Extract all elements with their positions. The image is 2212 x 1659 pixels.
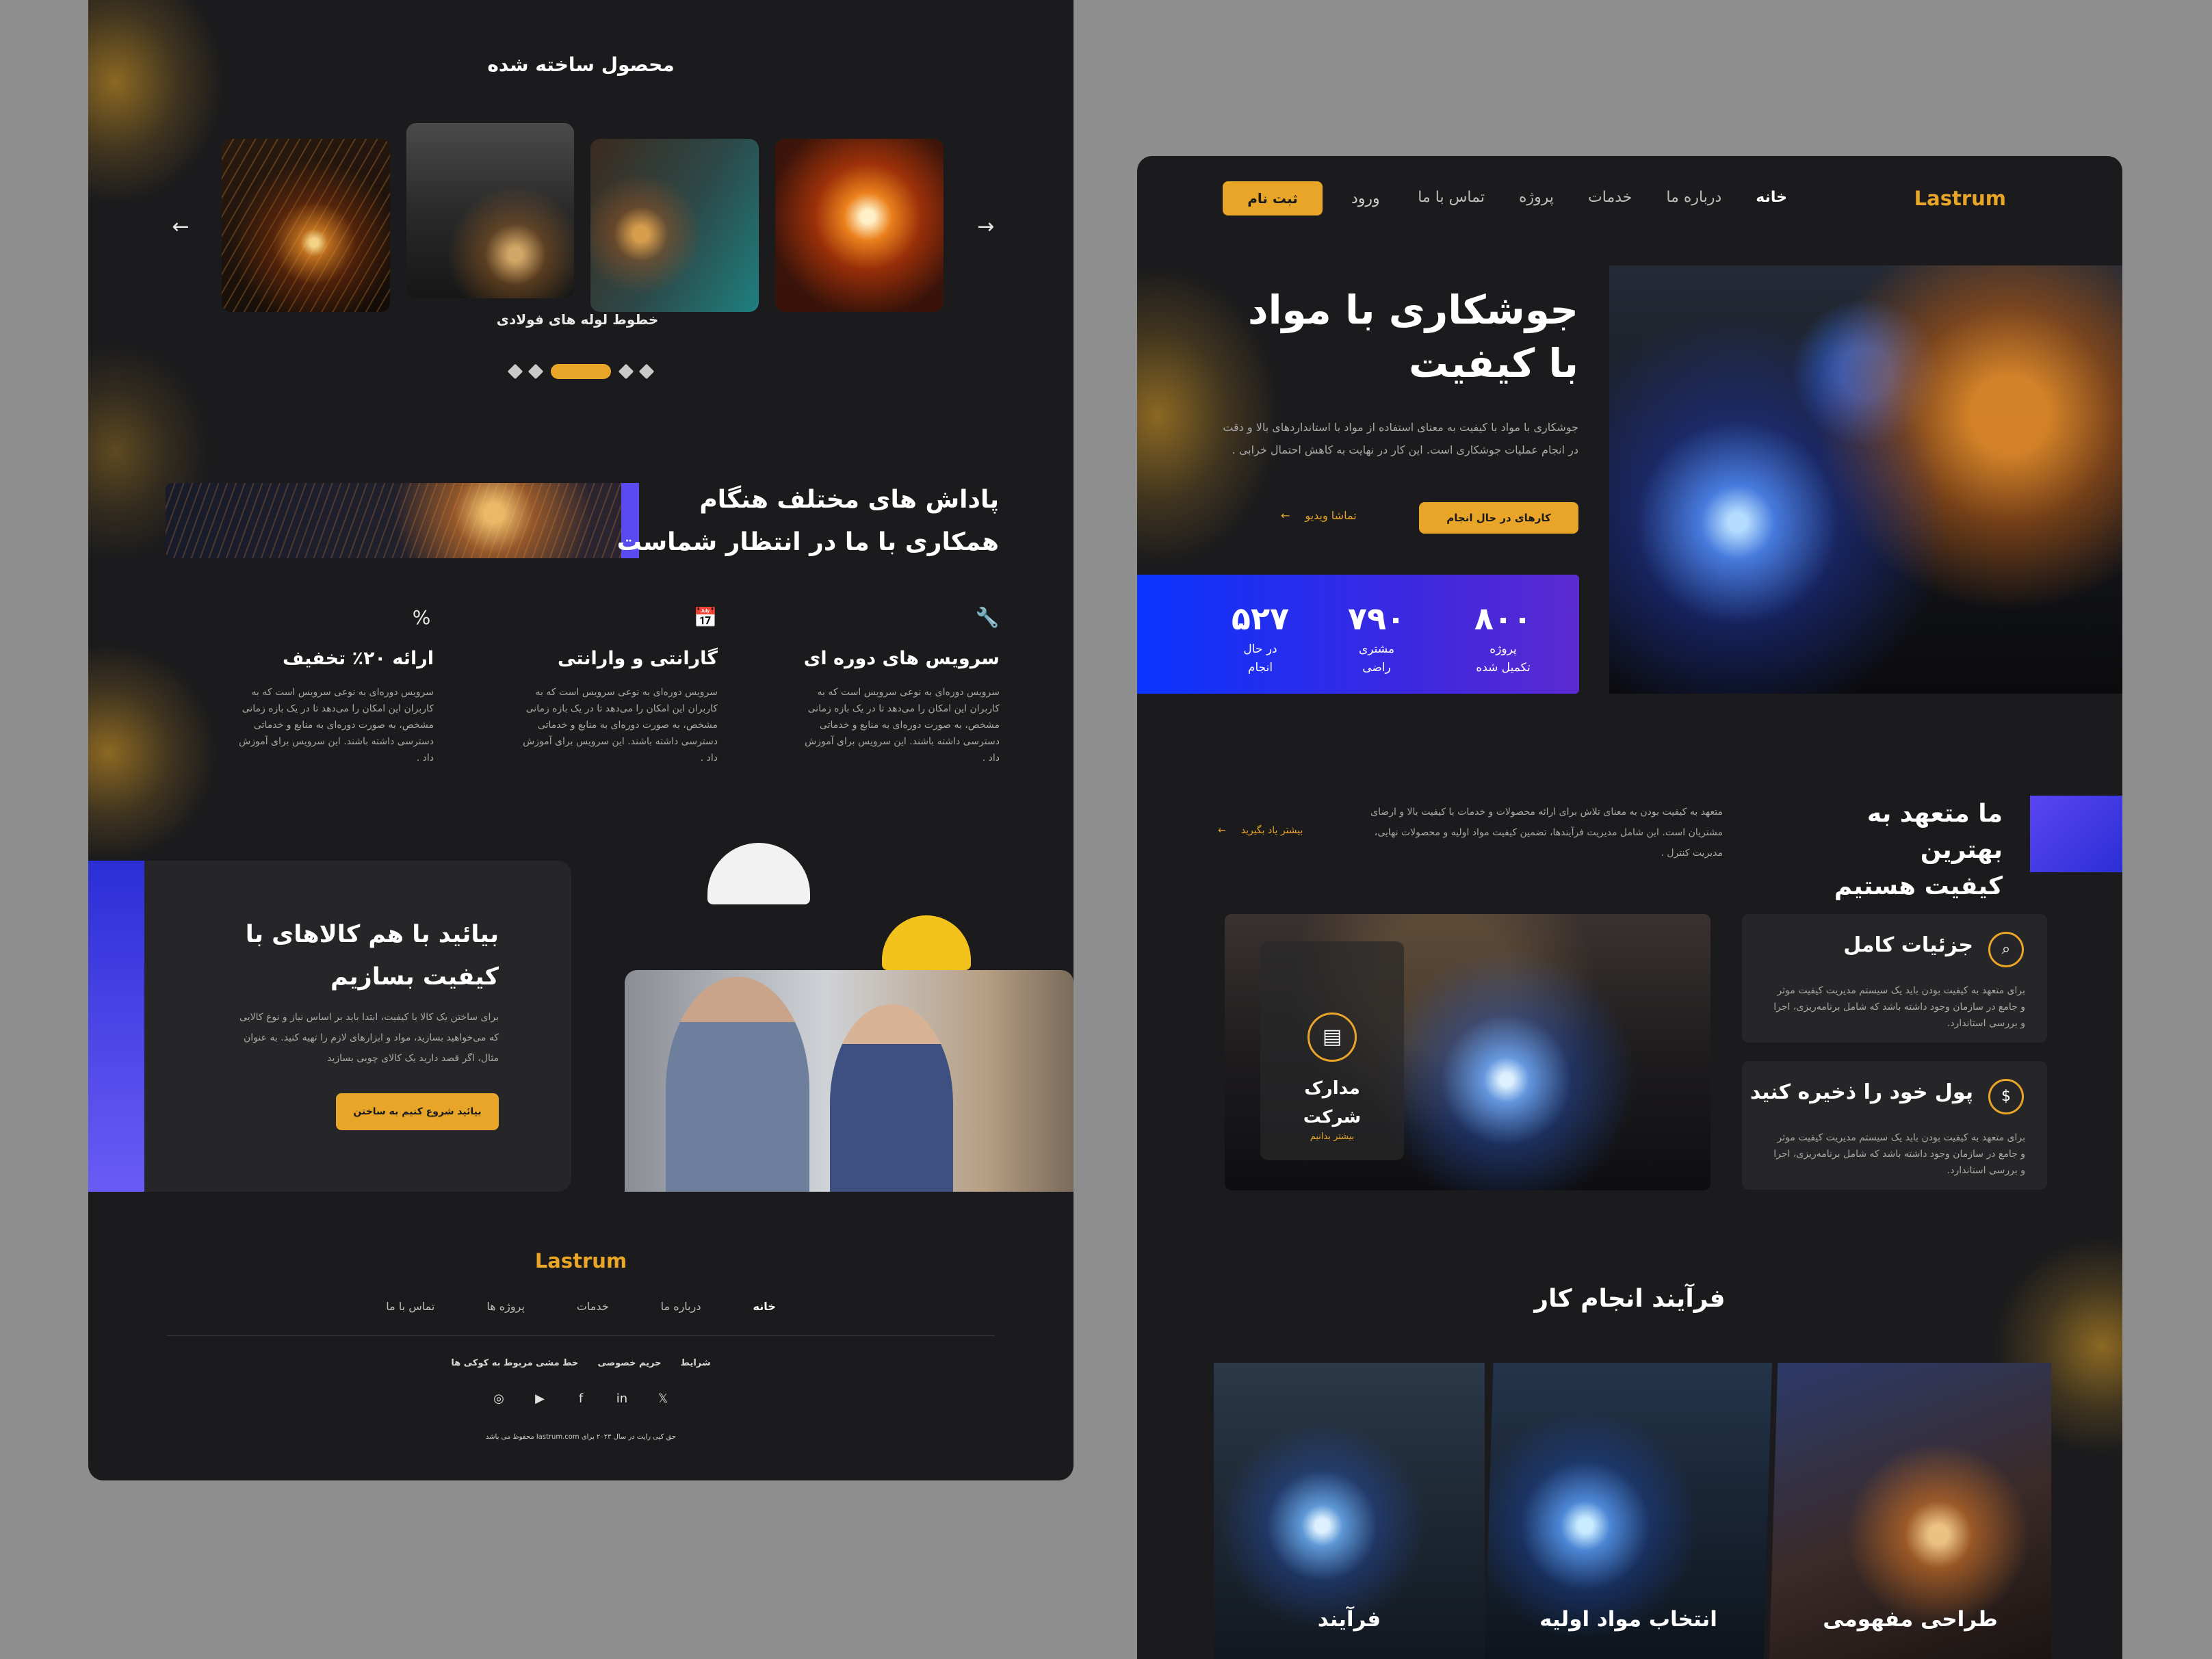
stat-in-progress: ۵۲۷ در حال انجام xyxy=(1231,600,1290,675)
process-step-design[interactable]: طراحی مفهومی xyxy=(1769,1363,2051,1659)
process-title: فرآیند انجام کار xyxy=(1534,1285,1726,1313)
hard-hat-white xyxy=(707,843,810,904)
process-step-materials[interactable]: انتخاب مواد اولیه xyxy=(1485,1363,1772,1659)
arrow-left-icon: ← xyxy=(172,215,190,239)
card-full-details: ⌕ جزئیات کامل برای متعهد به کیفیت بودن ب… xyxy=(1742,914,2047,1043)
footer-legal: شرایط حریم خصوصی خط مشی مربوط به کوکی ها xyxy=(88,1358,1074,1368)
cta-desc: برای ساختن یک کالا با کیفیت، ابتدا باید … xyxy=(239,1012,499,1064)
carousel-pagination xyxy=(88,363,1074,380)
rewards-title: پاداش های مختلف هنگام همکاری با ما در ان… xyxy=(616,486,999,556)
signup-button[interactable]: ثبت نام xyxy=(1223,181,1323,215)
cta-title: بیائید با هم کالاهای با کیفیت بسازیم xyxy=(245,921,499,991)
feature-desc: سرویس دوره‌ای به نوعی سرویس است که به کا… xyxy=(805,687,1000,763)
card-title: پول خود را ذخیره کنید xyxy=(1749,1080,1973,1104)
hero-desc: جوشکاری با مواد با کیفیت به معنای استفاد… xyxy=(1223,421,1578,456)
certificate-icon: ▤ xyxy=(1307,1013,1357,1062)
team-photo xyxy=(625,970,1074,1192)
documents-title: مدارک شرکت xyxy=(1303,1078,1362,1127)
carousel-next-button[interactable]: → xyxy=(972,213,1000,241)
carousel-prev-button[interactable]: ← xyxy=(167,213,194,241)
hero-welding-image xyxy=(1609,265,2122,694)
wrench-icon: 🔧 xyxy=(975,606,1000,629)
feature-desc: سرویس دوره‌ای به نوعی سرویس است که به کا… xyxy=(239,687,434,763)
footer-nav-home[interactable]: خانه xyxy=(753,1300,775,1313)
arrow-left-icon: ← xyxy=(1281,509,1290,522)
carousel-dot[interactable] xyxy=(507,363,523,380)
commitment-desc: متعهد به کیفیت بودن به معنای تلاش برای ا… xyxy=(1370,807,1723,859)
nav-home[interactable]: خانه xyxy=(1756,189,1787,206)
login-link[interactable]: ورود xyxy=(1351,190,1380,207)
product-image-steel-pipelines[interactable] xyxy=(406,123,574,298)
welding-workshop-image: ▤ مدارک شرکت بیشتر بدانیم xyxy=(1225,914,1710,1190)
feature-title: ارائه ۲۰٪ تخفیف xyxy=(282,648,434,669)
footer-nav: خانه درباره ما خدمات پروژه ها تماس با ما xyxy=(88,1300,1074,1313)
main-nav: خانه درباره ما خدمات پروژه تماس با ما xyxy=(1418,189,1787,206)
card-desc: برای متعهد به کیفیت بودن باید یک سیستم م… xyxy=(1773,985,2025,1029)
stat-clients: ۷۹۰ مشتری راضی xyxy=(1347,600,1406,675)
cookie-policy-link[interactable]: خط مشی مربوط به کوکی ها xyxy=(451,1358,578,1368)
commitment-accent-bar xyxy=(2030,796,2122,872)
footer-logo[interactable]: Lastrum xyxy=(88,1249,1074,1272)
footer-nav-contact[interactable]: تماس با ما xyxy=(386,1300,434,1313)
feature-desc: سرویس دوره‌ای به نوعی سرویس است که به کا… xyxy=(523,687,718,763)
process-step-process[interactable]: فرآیند xyxy=(1214,1363,1485,1659)
nav-about[interactable]: درباره ما xyxy=(1666,189,1721,206)
nav-projects[interactable]: پروژه xyxy=(1519,189,1554,206)
feature-title: سرویس های دوره ای xyxy=(803,648,1000,669)
carousel-dot[interactable] xyxy=(528,363,544,380)
linkedin-icon[interactable]: in xyxy=(613,1390,631,1408)
terms-link[interactable]: شرایط xyxy=(681,1358,711,1368)
percent-icon: % xyxy=(412,606,431,629)
search-icon: ⌕ xyxy=(1988,932,2024,967)
documents-learn-more[interactable]: بیشتر بدانیم xyxy=(1260,1132,1404,1142)
left-page: محصول ساخته شده ← → خطوط لوله های فولادی… xyxy=(88,0,1074,1480)
learn-more-link[interactable]: بیشتر یاد بگیرید ← xyxy=(1218,825,1303,836)
products-title: محصول ساخته شده xyxy=(487,53,675,76)
instagram-icon[interactable]: ◎ xyxy=(490,1390,508,1408)
rewards-image xyxy=(166,483,621,558)
feature-discount: % ارائه ۲۰٪ تخفیف سرویس دوره‌ای به نوعی … xyxy=(229,605,434,766)
watch-video-link[interactable]: تماشا ویدیو ← xyxy=(1281,509,1357,522)
footer-nav-projects[interactable]: پروژه ها xyxy=(486,1300,525,1313)
ongoing-work-button[interactable]: کارهای در حال انجام xyxy=(1419,502,1578,534)
carousel-dot-active[interactable] xyxy=(551,364,611,379)
nav-contact[interactable]: تماس با ما xyxy=(1418,189,1485,206)
right-page: Lastrum خانه درباره ما خدمات پروژه تماس … xyxy=(1137,156,2122,1659)
feature-title: گارانتی و وارانتی xyxy=(557,648,718,669)
carousel-dot[interactable] xyxy=(638,363,655,380)
hard-hat-yellow xyxy=(882,915,971,970)
feature-periodic-service: 🔧 سرویس های دوره ای سرویس دوره‌ای به نوع… xyxy=(794,605,1000,766)
card-desc: برای متعهد به کیفیت بودن باید یک سیستم م… xyxy=(1773,1132,2025,1176)
start-building-button[interactable]: بیائید شروع کنیم به ساختن xyxy=(336,1093,499,1130)
footer-nav-about[interactable]: درباره ما xyxy=(661,1300,701,1313)
stat-projects: ۸۰۰ پروژه تکمیل شده xyxy=(1474,600,1533,675)
cta-accent-bar xyxy=(88,861,144,1192)
arrow-right-icon: → xyxy=(977,215,995,239)
money-bag-icon: $ xyxy=(1988,1079,2024,1114)
nav-services[interactable]: خدمات xyxy=(1588,189,1632,206)
commitment-title: ما متعهد به بهترین کیفیت هستیم xyxy=(1834,800,2003,900)
carousel-dot[interactable] xyxy=(618,363,634,380)
arrow-left-icon: ← xyxy=(1218,825,1226,836)
calendar-icon: 📅 xyxy=(693,606,718,629)
twitter-icon[interactable]: 𝕏 xyxy=(654,1390,672,1408)
hero-title: جوشکاری با مواد با کیفیت xyxy=(1247,287,1578,387)
feature-warranty: 📅 گارانتی و وارانتی سرویس دوره‌ای به نوع… xyxy=(512,605,718,766)
stats-banner: ۸۰۰ پروژه تکمیل شده ۷۹۰ مشتری راضی ۵۲۷ د… xyxy=(1137,575,1579,694)
social-links: 𝕏 in f ▶ ◎ xyxy=(88,1390,1074,1408)
copyright: حق کپی رایت در سال ۲۰۲۳ برای lastrum.com… xyxy=(485,1433,677,1441)
footer-nav-services[interactable]: خدمات xyxy=(577,1300,609,1313)
featured-product-caption: خطوط لوله های فولادی xyxy=(496,311,659,328)
header-logo[interactable]: Lastrum xyxy=(1914,187,2006,210)
company-documents-card[interactable]: ▤ مدارک شرکت بیشتر بدانیم xyxy=(1260,941,1404,1160)
youtube-icon[interactable]: ▶ xyxy=(531,1390,549,1408)
footer-divider xyxy=(167,1335,995,1336)
product-image-grinding[interactable] xyxy=(222,139,390,312)
privacy-link[interactable]: حریم خصوصی xyxy=(597,1358,661,1368)
card-save-money: $ پول خود را ذخیره کنید برای متعهد به کی… xyxy=(1742,1061,2047,1190)
product-image-cutting[interactable] xyxy=(775,139,944,312)
product-image-welding[interactable] xyxy=(590,139,759,312)
card-title: جزئیات کامل xyxy=(1843,933,1973,957)
facebook-icon[interactable]: f xyxy=(572,1390,590,1408)
